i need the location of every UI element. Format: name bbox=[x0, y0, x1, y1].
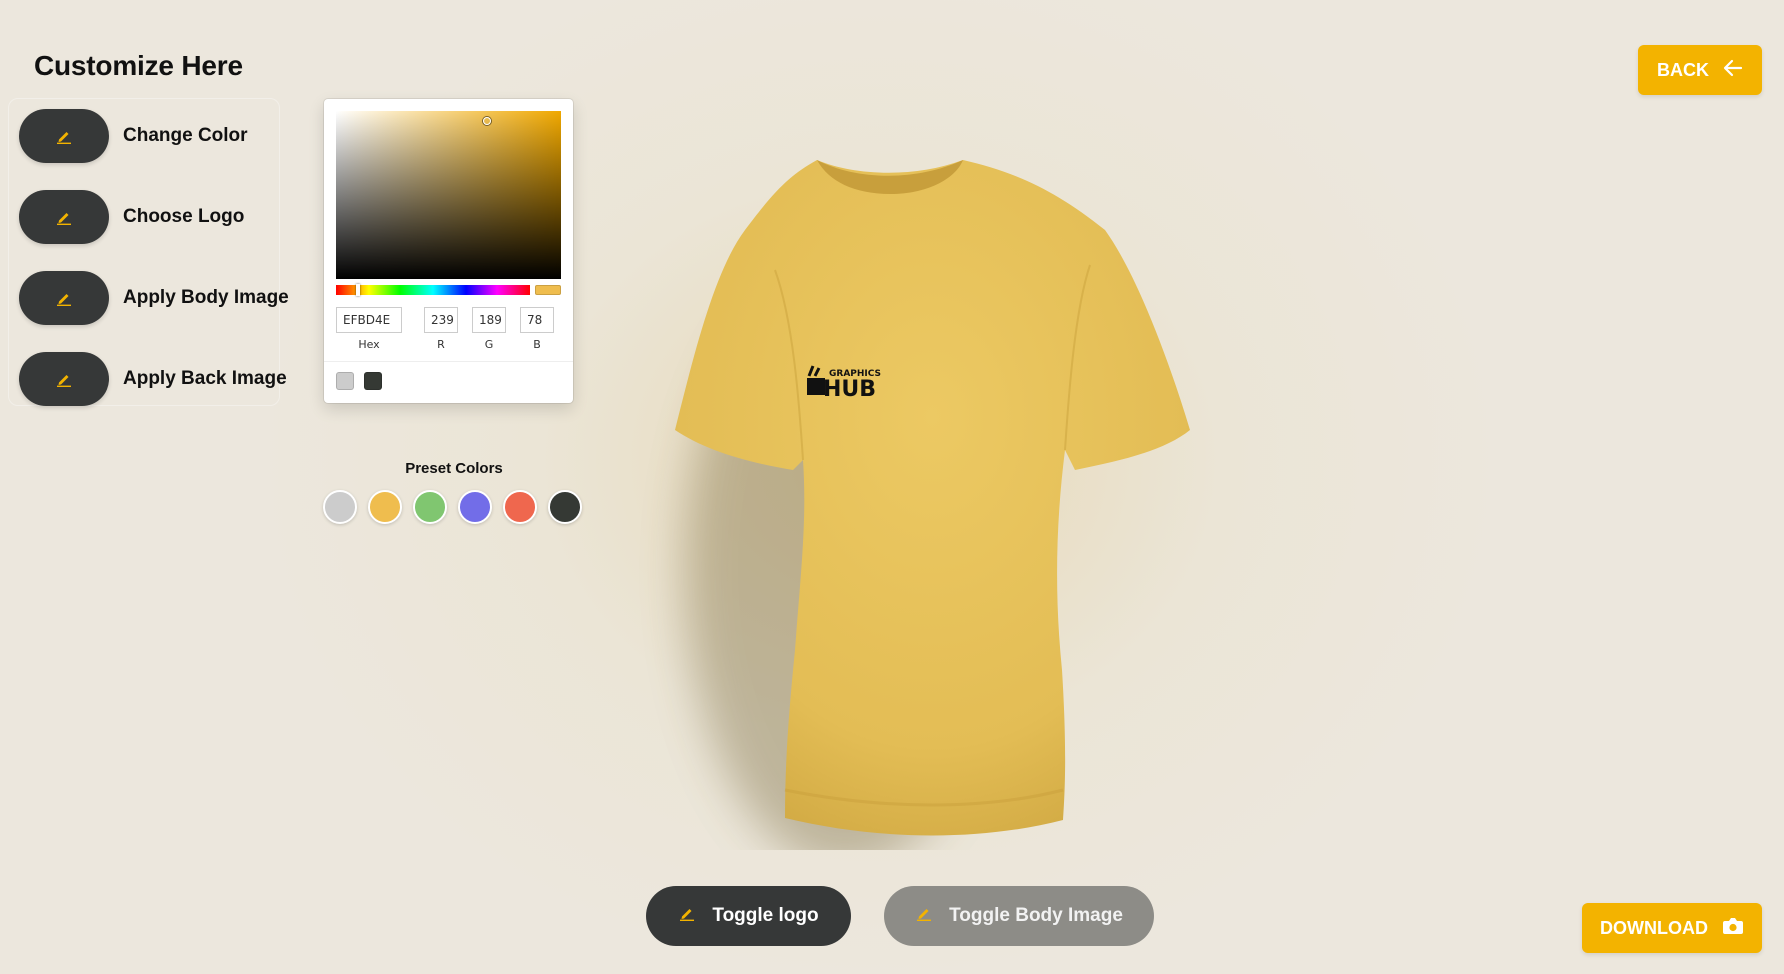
recent-color-swatch[interactable] bbox=[336, 372, 354, 390]
menu-item-label: Apply Body Image bbox=[123, 287, 289, 308]
picker-divider bbox=[324, 361, 573, 362]
logo-line2: HUB bbox=[823, 377, 876, 402]
back-label: BACK bbox=[1657, 59, 1709, 80]
hex-field-group: EFBD4E Hex bbox=[336, 307, 402, 351]
pencil-icon bbox=[55, 370, 73, 388]
menu-item-change-color[interactable]: Change Color bbox=[19, 108, 248, 164]
g-input[interactable]: 189 bbox=[472, 307, 506, 333]
customize-menu: Change Color Choose Logo Apply Body Imag… bbox=[8, 98, 289, 406]
preset-color-red[interactable] bbox=[503, 490, 537, 524]
pencil-icon bbox=[55, 289, 73, 307]
download-button[interactable]: DOWNLOAD bbox=[1582, 903, 1762, 953]
pencil-icon bbox=[915, 904, 933, 928]
current-color-swatch bbox=[535, 285, 561, 295]
apply-back-image-button[interactable] bbox=[19, 352, 109, 406]
toggle-logo-label: Toggle logo bbox=[712, 905, 819, 926]
b-label: B bbox=[533, 338, 541, 351]
menu-item-label: Choose Logo bbox=[123, 206, 245, 227]
g-field-group: 189 G bbox=[472, 307, 506, 351]
toggle-logo-button[interactable]: Toggle logo bbox=[646, 886, 851, 946]
toggle-body-image-button[interactable]: Toggle Body Image bbox=[884, 886, 1154, 946]
menu-item-apply-back-image[interactable]: Apply Back Image bbox=[19, 351, 287, 407]
preset-color-yellow[interactable] bbox=[368, 490, 402, 524]
saturation-handle[interactable] bbox=[483, 117, 491, 125]
pencil-icon bbox=[55, 208, 73, 226]
toggle-body-image-label: Toggle Body Image bbox=[949, 905, 1123, 926]
download-label: DOWNLOAD bbox=[1600, 917, 1708, 938]
r-input[interactable]: 239 bbox=[424, 307, 458, 333]
menu-item-choose-logo[interactable]: Choose Logo bbox=[19, 189, 244, 245]
preset-color-purple[interactable] bbox=[458, 490, 492, 524]
saturation-area[interactable] bbox=[336, 111, 561, 279]
b-input[interactable]: 78 bbox=[520, 307, 554, 333]
hex-label: Hex bbox=[358, 338, 380, 351]
b-field-group: 78 B bbox=[520, 307, 554, 351]
hex-input[interactable]: EFBD4E bbox=[336, 307, 402, 333]
pencil-icon bbox=[678, 904, 696, 928]
change-color-button[interactable] bbox=[19, 109, 109, 163]
g-label: G bbox=[484, 338, 494, 351]
arrow-left-icon bbox=[1723, 59, 1743, 82]
hue-slider[interactable] bbox=[336, 284, 530, 296]
recent-color-swatch[interactable] bbox=[364, 372, 382, 390]
preset-colors-title: Preset Colors bbox=[405, 460, 503, 477]
tshirt-preview: GRAPHICS HUB bbox=[675, 160, 1190, 850]
preset-color-gray[interactable] bbox=[323, 490, 357, 524]
r-label: R bbox=[437, 338, 445, 351]
choose-logo-button[interactable] bbox=[19, 190, 109, 244]
hue-handle[interactable] bbox=[356, 284, 360, 296]
preset-color-green[interactable] bbox=[413, 490, 447, 524]
pencil-icon bbox=[55, 127, 73, 145]
apply-body-image-button[interactable] bbox=[19, 271, 109, 325]
menu-item-label: Apply Back Image bbox=[123, 368, 287, 389]
preset-color-dark[interactable] bbox=[548, 490, 582, 524]
page-title: Customize Here bbox=[34, 50, 243, 81]
color-picker: EFBD4E Hex 239 R 189 G 78 B bbox=[324, 99, 573, 403]
r-field-group: 239 R bbox=[424, 307, 458, 351]
camera-icon bbox=[1722, 917, 1744, 940]
back-button[interactable]: BACK bbox=[1638, 45, 1762, 95]
menu-item-label: Change Color bbox=[123, 125, 248, 146]
menu-item-apply-body-image[interactable]: Apply Body Image bbox=[19, 270, 289, 326]
